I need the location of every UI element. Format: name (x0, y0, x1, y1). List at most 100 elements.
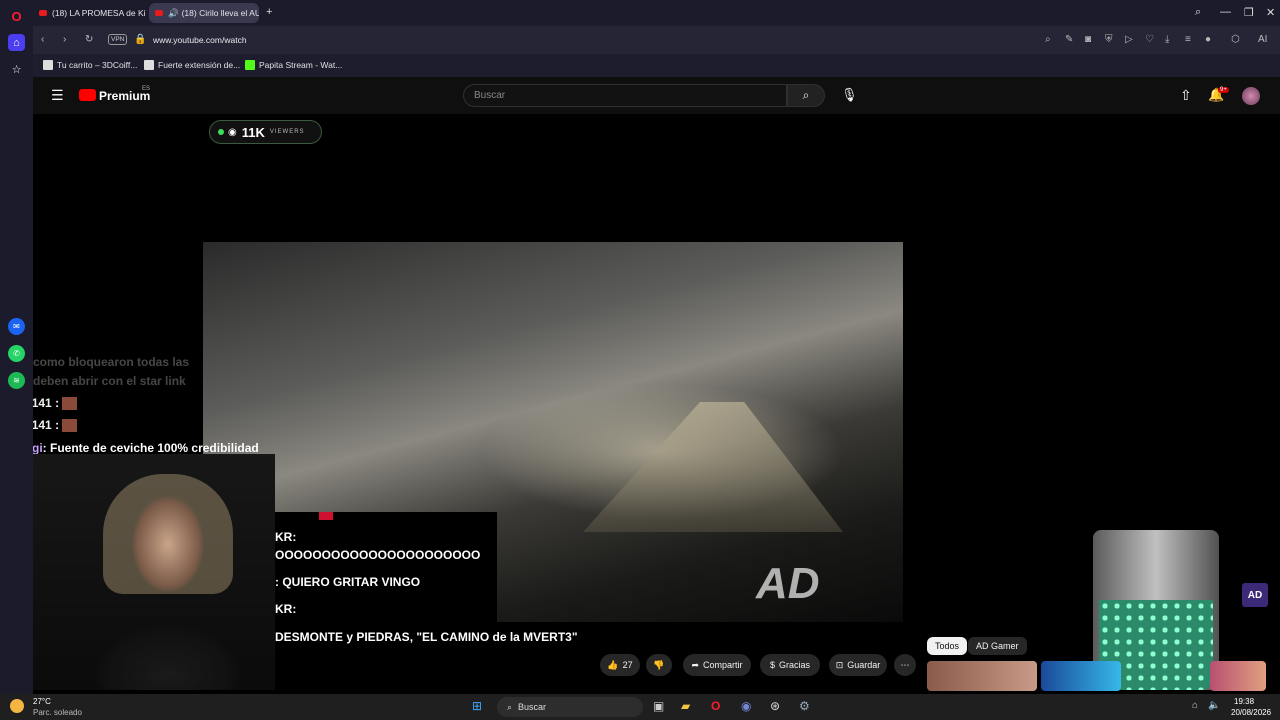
webcam-person (93, 484, 243, 690)
chip-all[interactable]: Todos (927, 637, 968, 655)
settings-icon[interactable]: ⚙ (799, 699, 810, 713)
tab-bar: (18) LA PROMESA de King 🔊 (18) Cirilo lle… (33, 0, 1280, 26)
chat-line: 3753141 : (33, 418, 78, 433)
close-icon[interactable]: ✕ (1266, 6, 1275, 19)
bookmark-label: Fuerte extensión de... (158, 60, 241, 70)
bookmark-2[interactable]: Fuerte extensión de... (144, 60, 240, 70)
restore-icon[interactable]: ❐ (1244, 6, 1254, 19)
ai-button[interactable]: AI (1258, 34, 1267, 45)
vpn-badge[interactable]: VPN (108, 34, 128, 45)
bookmark-label: Papita Stream - Wat... (259, 60, 343, 70)
avatar[interactable] (1242, 87, 1260, 105)
tab-1[interactable]: (18) LA PROMESA de King (33, 3, 145, 23)
viewer-count-badge: ◉ 11K VIEWERS (209, 120, 322, 144)
chat-line: 3753141 : (33, 396, 78, 411)
search-icon[interactable]: ⌕ (1045, 34, 1051, 45)
opera-taskbar-icon[interactable]: O (711, 699, 720, 713)
more-actions-button[interactable]: ⋯ (894, 654, 916, 676)
streamer-webcam (33, 454, 275, 690)
youtube-favicon-icon (155, 10, 163, 16)
whatsapp-icon[interactable]: ✆ (8, 345, 25, 362)
video-player[interactable]: ◉ 11K VIEWERS como bloquearon todas las … (33, 114, 1280, 690)
bookmark-3[interactable]: Papita Stream - Wat... (245, 60, 342, 70)
extension-icon[interactable]: ⬡ (1231, 34, 1240, 45)
youtube-header: ☰ Premium ES Buscar ⌕ 🎙 ⇧ 🔔 9+ (33, 77, 1280, 114)
bookmark-1[interactable]: Tu carrito – 3DCoiff... (43, 60, 137, 70)
kick-favicon-icon (245, 60, 255, 70)
thumbs-up-icon: 👍 (607, 659, 619, 670)
road-shape (583, 402, 843, 532)
chat-user: ron_gi (33, 441, 43, 455)
recommended-thumbnail[interactable] (1210, 661, 1266, 691)
upload-icon[interactable]: ⇧ (1180, 87, 1192, 104)
search-button[interactable]: ⌕ (787, 84, 825, 107)
download-icon[interactable]: ⤓ (1165, 34, 1169, 45)
play-icon[interactable]: ▷ (1125, 34, 1133, 45)
thanks-button[interactable]: $ Gracias (760, 654, 820, 676)
youtube-favicon-icon (39, 10, 47, 16)
spotify-icon[interactable]: ≋ (8, 372, 25, 389)
edit-icon[interactable]: ✎ (1065, 34, 1073, 45)
clock-date[interactable]: 20/08/2026 (1231, 708, 1271, 717)
youtube-logo-icon[interactable] (79, 89, 96, 101)
windows-start-icon[interactable]: ⊞ (472, 699, 482, 713)
messenger-icon[interactable]: ✉ (8, 318, 25, 335)
share-button[interactable]: ➦ Compartir (683, 654, 751, 676)
overlay-chat-line: KR: (275, 602, 297, 616)
reload-icon[interactable]: ↻ (85, 34, 93, 45)
notification-badge: 9+ (1218, 87, 1229, 93)
chat-text: deben abrir con el star link (33, 374, 186, 388)
tab-2-active[interactable]: 🔊 (18) Cirilo lleva el AUT (149, 3, 259, 23)
app-icon[interactable]: ⊛ (770, 699, 780, 713)
dislike-button[interactable]: 👎 (646, 654, 672, 676)
chip-ad-gamer[interactable]: AD Gamer (968, 637, 1027, 655)
camera-icon[interactable]: ◙ (1085, 34, 1091, 45)
volume-icon[interactable]: 🔈 (1208, 700, 1220, 711)
search-tabs-icon[interactable]: ⌕ (1195, 6, 1201, 19)
bookmark-label: Tu carrito – 3DCoiff... (57, 60, 138, 70)
search-input[interactable]: Buscar (463, 84, 787, 107)
minimize-icon[interactable]: — (1220, 6, 1231, 18)
weather-icon[interactable] (10, 699, 24, 713)
back-icon[interactable]: ‹ (41, 34, 44, 45)
hamburger-icon[interactable]: ☰ (51, 87, 64, 104)
menu-icon[interactable]: ≡ (1185, 34, 1191, 45)
opera-logo-icon[interactable]: O (8, 8, 25, 25)
shield-icon[interactable]: ⛨ (1105, 34, 1113, 45)
live-dot-icon (218, 129, 224, 135)
save-button[interactable]: ⊡ Guardar (829, 654, 887, 676)
like-button[interactable]: 👍 27 (600, 654, 640, 676)
network-icon[interactable]: ⌂ (1192, 700, 1198, 711)
video-title: DESMONTE y PIEDRAS, "EL CAMINO de la MVE… (275, 630, 578, 644)
lock-icon[interactable]: 🔒 (134, 34, 146, 45)
thanks-label: Gracias (779, 660, 811, 670)
file-explorer-icon[interactable]: ▰ (681, 699, 690, 713)
profile-icon[interactable]: ● (1205, 34, 1211, 45)
chat-line: como bloquearon todas las (33, 355, 189, 369)
chat-user: 3753141 (33, 396, 52, 410)
new-tab-icon[interactable]: + (266, 6, 272, 18)
share-icon: ➦ (691, 659, 700, 670)
recommended-thumbnail[interactable] (1041, 661, 1121, 691)
speaker-icon[interactable]: 🔊 (168, 8, 179, 19)
heart-icon[interactable]: ♡ (1145, 34, 1154, 45)
star-icon[interactable]: ☆ (8, 61, 25, 78)
task-view-icon[interactable]: ▣ (653, 699, 664, 713)
home-icon[interactable]: ⌂ (8, 34, 25, 51)
like-count: 27 (622, 660, 633, 670)
weather-text: Parc. soleado (33, 708, 82, 717)
chat-text: : (55, 418, 60, 432)
forward-icon[interactable]: › (63, 34, 66, 45)
channel-badge-logo[interactable]: AD (1242, 583, 1268, 607)
discord-icon[interactable]: ◉ (741, 699, 751, 713)
taskbar-search[interactable]: ⌕ Buscar (497, 697, 643, 717)
chat-text: : (55, 396, 60, 410)
clock-time[interactable]: 19:38 (1234, 697, 1254, 706)
region-label: ES (142, 86, 151, 92)
recommended-thumbnail[interactable] (927, 661, 1037, 691)
overlay-chat-line: OOOOOOOOOOOOOOOOOOOOOO (275, 548, 481, 562)
url-field[interactable]: www.youtube.com/watch (153, 35, 247, 45)
microphone-icon[interactable]: 🎙 (841, 87, 858, 103)
emote-icon (62, 419, 78, 433)
bookmark-favicon-icon (144, 60, 154, 70)
